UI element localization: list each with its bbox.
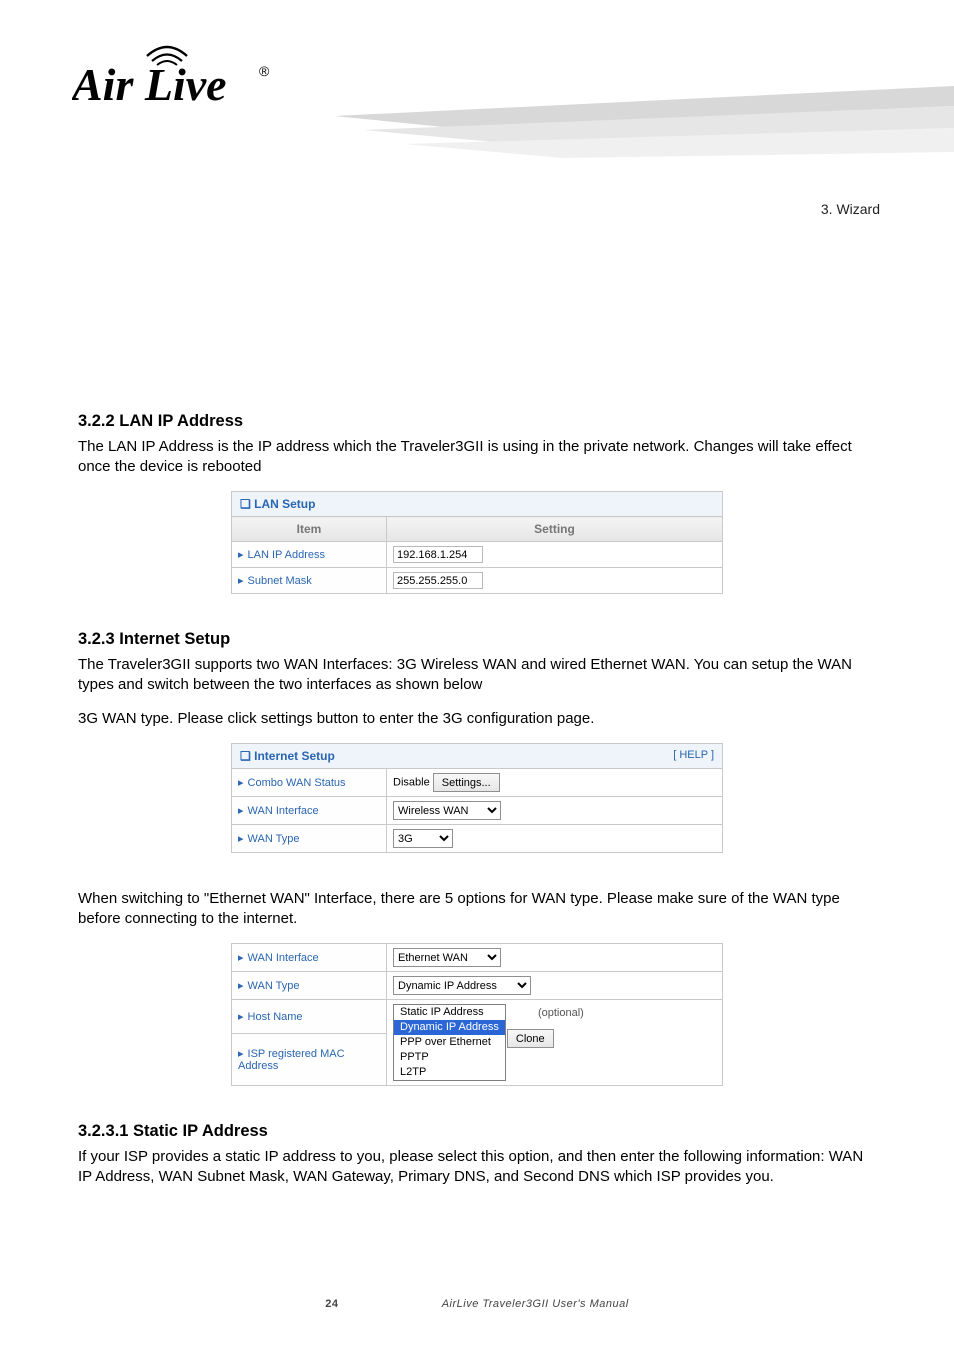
- internet-setup-panel: ❏ Internet Setup [ HELP ] ▸ Combo WAN Sta…: [231, 743, 723, 853]
- row-caret-icon: ▸: [238, 777, 244, 789]
- host-name-optional: (optional): [538, 1007, 584, 1019]
- wan-type-option[interactable]: PPTP: [394, 1050, 505, 1065]
- section-internet-title: 3.2.3 Internet Setup: [78, 630, 876, 649]
- wan-type-dropdown-list[interactable]: Static IP Address Dynamic IP Address PPP…: [393, 1004, 506, 1081]
- ether-wan-interface-label: WAN Interface: [248, 952, 319, 964]
- subnet-mask-label: Subnet Mask: [248, 575, 312, 587]
- row-caret-icon: ▸: [238, 575, 244, 587]
- header-divider: [334, 82, 954, 168]
- clone-mac-button[interactable]: Clone: [507, 1029, 554, 1048]
- section-internet-p1: The Traveler3GII supports two WAN Interf…: [78, 655, 876, 695]
- ether-wan-type-select[interactable]: Dynamic IP Address: [393, 976, 531, 995]
- page-footer: 24 AirLive Traveler3GII User's Manual: [325, 1298, 628, 1310]
- panel-caret-icon: ❏: [240, 497, 251, 511]
- col-item: Item: [232, 517, 387, 542]
- wan-type-option[interactable]: PPP over Ethernet: [394, 1035, 505, 1050]
- section-static-body: If your ISP provides a static IP address…: [78, 1147, 876, 1187]
- row-caret-icon: ▸: [238, 549, 244, 561]
- page-number: 24: [325, 1298, 338, 1310]
- lan-ip-input[interactable]: [393, 546, 483, 563]
- section-lan-body: The LAN IP Address is the IP address whi…: [78, 437, 876, 477]
- section-lan-title: 3.2.2 LAN IP Address: [78, 412, 876, 431]
- row-caret-icon: ▸: [238, 1011, 244, 1023]
- section-ether-body: When switching to "Ethernet WAN" Interfa…: [78, 889, 876, 929]
- wan-type-select[interactable]: 3G: [393, 829, 453, 848]
- wan-type-option[interactable]: L2TP: [394, 1065, 505, 1080]
- isp-mac-label: ISP registered MAC Address: [238, 1048, 345, 1072]
- section-static-title: 3.2.3.1 Static IP Address: [78, 1122, 876, 1141]
- combo-wan-settings-button[interactable]: Settings...: [433, 773, 500, 792]
- row-caret-icon: ▸: [238, 980, 244, 992]
- wan-type-option-selected[interactable]: Dynamic IP Address: [394, 1020, 505, 1035]
- svg-text:®: ®: [259, 63, 270, 79]
- combo-wan-status: Disable: [393, 777, 430, 789]
- ether-wan-type-label: WAN Type: [248, 980, 300, 992]
- col-setting: Setting: [387, 517, 723, 542]
- subnet-mask-input[interactable]: [393, 572, 483, 589]
- wan-type-option[interactable]: Static IP Address: [394, 1005, 505, 1020]
- internet-panel-title: Internet Setup: [254, 749, 335, 763]
- host-name-label: Host Name: [248, 1011, 303, 1023]
- row-caret-icon: ▸: [238, 1048, 244, 1060]
- panel-caret-icon: ❏: [240, 749, 251, 763]
- manual-title: AirLive Traveler3GII User's Manual: [442, 1298, 629, 1310]
- lan-setup-panel: ❏ LAN Setup Item Setting ▸ LAN IP Address…: [231, 491, 723, 594]
- ethernet-wan-panel: ▸ WAN Interface Ethernet WAN ▸ WAN Type Dy…: [231, 943, 723, 1086]
- combo-wan-label: Combo WAN Status: [248, 777, 346, 789]
- wan-type-label: WAN Type: [248, 833, 300, 845]
- wan-interface-select[interactable]: Wireless WAN: [393, 801, 501, 820]
- ether-wan-interface-select[interactable]: Ethernet WAN: [393, 948, 501, 967]
- lan-ip-label: LAN IP Address: [248, 549, 325, 561]
- lan-panel-title: LAN Setup: [254, 497, 315, 511]
- svg-text:Air Live: Air Live: [72, 59, 227, 110]
- help-link[interactable]: [ HELP ]: [673, 749, 714, 761]
- row-caret-icon: ▸: [238, 833, 244, 845]
- brand-logo: Air Live ®: [72, 42, 272, 114]
- row-caret-icon: ▸: [238, 952, 244, 964]
- section-internet-p2: 3G WAN type. Please click settings butto…: [78, 709, 876, 729]
- chapter-label: 3. Wizard: [821, 200, 880, 218]
- page-header: Air Live ®: [0, 0, 954, 170]
- row-caret-icon: ▸: [238, 805, 244, 817]
- wan-interface-label: WAN Interface: [248, 805, 319, 817]
